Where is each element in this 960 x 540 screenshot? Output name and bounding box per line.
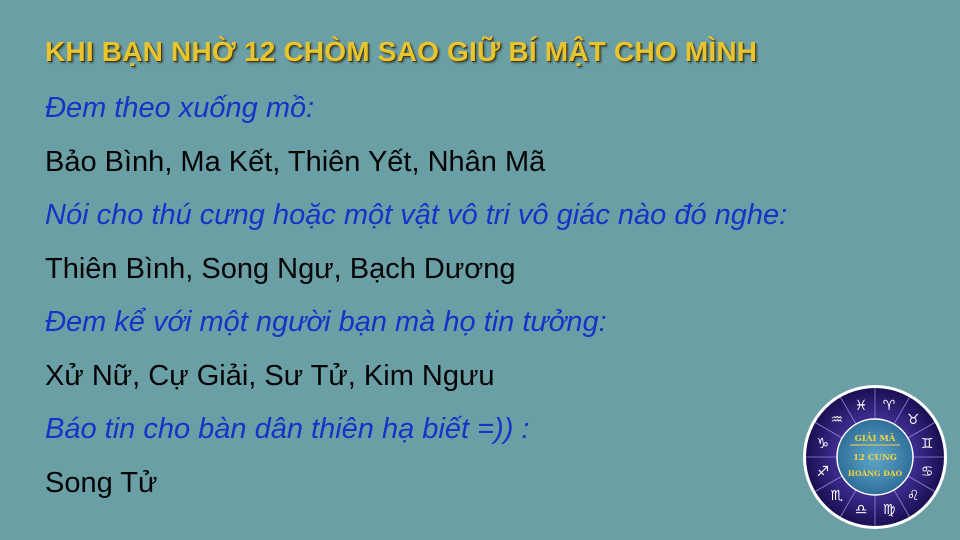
zodiac-sign-icon: ♍ — [883, 502, 896, 518]
section-answer-1: Bảo Bình, Ma Kết, Thiên Yết, Nhân Mã — [45, 146, 546, 178]
section-heading-1: Đem theo xuống mồ: — [45, 92, 315, 124]
page-title: KHI BẠN NHỜ 12 CHÒM SAO GIỮ BÍ MẬT CHO M… — [45, 36, 758, 67]
badge-text-line2: 12 CUNG — [853, 453, 897, 463]
zodiac-sign-icon: ♈ — [883, 398, 896, 414]
section-answer-4: Song Tử — [45, 467, 158, 499]
section-answer-3: Xử Nữ, Cự Giải, Sư Tử, Kim Ngưu — [45, 360, 495, 392]
zodiac-sign-icon: ♎ — [855, 502, 868, 518]
zodiac-sign-icon: ♏ — [831, 488, 844, 504]
section-heading-3: Đem kể với một người bạn mà họ tin tưởng… — [45, 306, 607, 338]
zodiac-sign-icon: ♌ — [907, 488, 920, 504]
section-heading-4: Báo tin cho bàn dân thiên hạ biết =)) : — [45, 413, 530, 445]
section-answer-2: Thiên Bình, Song Ngư, Bạch Dương — [45, 253, 516, 285]
zodiac-sign-icon: ♉ — [907, 412, 920, 428]
zodiac-sign-icon: ♐ — [817, 464, 830, 480]
zodiac-sign-icon: ♊ — [921, 436, 934, 452]
section-heading-2: Nói cho thú cưng hoặc một vật vô tri vô … — [45, 199, 788, 231]
badge-text-line3: HOÀNG ĐẠO — [848, 469, 903, 478]
zodiac-sign-icon: ♒ — [831, 412, 844, 428]
badge-stripe — [850, 444, 900, 446]
zodiac-sign-icon: ♓ — [855, 398, 868, 414]
zodiac-wheel-logo: ♈♉♊♋♌♍♎♏♐♑♒♓ GIẢI MÃ 12 CUNG HOÀNG ĐẠO — [803, 385, 947, 529]
zodiac-sign-icon: ♑ — [817, 436, 830, 452]
zodiac-sign-icon: ♋ — [921, 464, 934, 480]
